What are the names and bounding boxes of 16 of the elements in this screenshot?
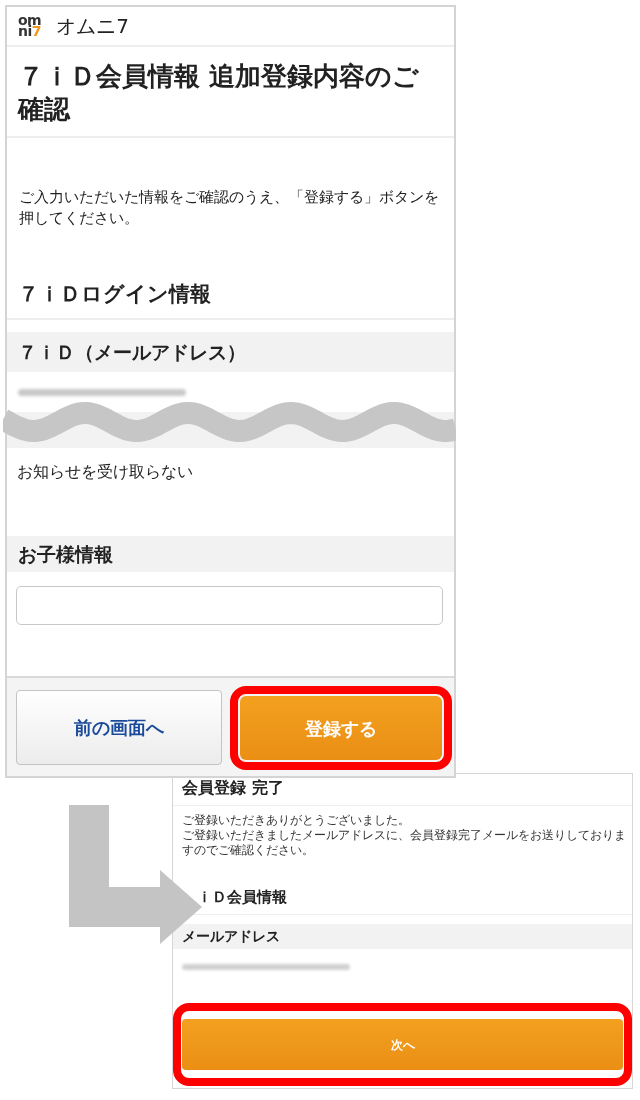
field-label: お子様情報 [7,536,454,572]
field-label: メールアドレス [173,924,632,949]
page-title: ７ｉＤ会員情報 追加登録内容のご確認 [18,60,421,126]
section-heading: ７ｉＤログイン情報 [7,279,454,320]
logo: om ni7 [18,15,42,37]
next-button[interactable]: 次へ [182,1019,623,1070]
back-button[interactable]: 前の画面へ [16,690,222,765]
message-text: ご登録いただきましたメールアドレスに、会員登録完了メールをお送りしておりますのでご確認ください。 [182,828,626,858]
message-text: ご登録いただきありがとうございました。 [182,813,411,828]
site-name: オムニ7 [56,13,129,39]
field-label: ７ｉＤ（メールアドレス） [7,332,454,372]
input-field[interactable] [16,586,443,625]
register-button[interactable]: 登録する [240,696,442,760]
field-value: お知らせを受け取らない [16,461,194,483]
page-title: 会員登録 完了 [182,777,285,799]
instruction-text: ご入力いただいた情報をご確認のうえ、「登録する」ボタンを押してください。 [18,188,440,228]
